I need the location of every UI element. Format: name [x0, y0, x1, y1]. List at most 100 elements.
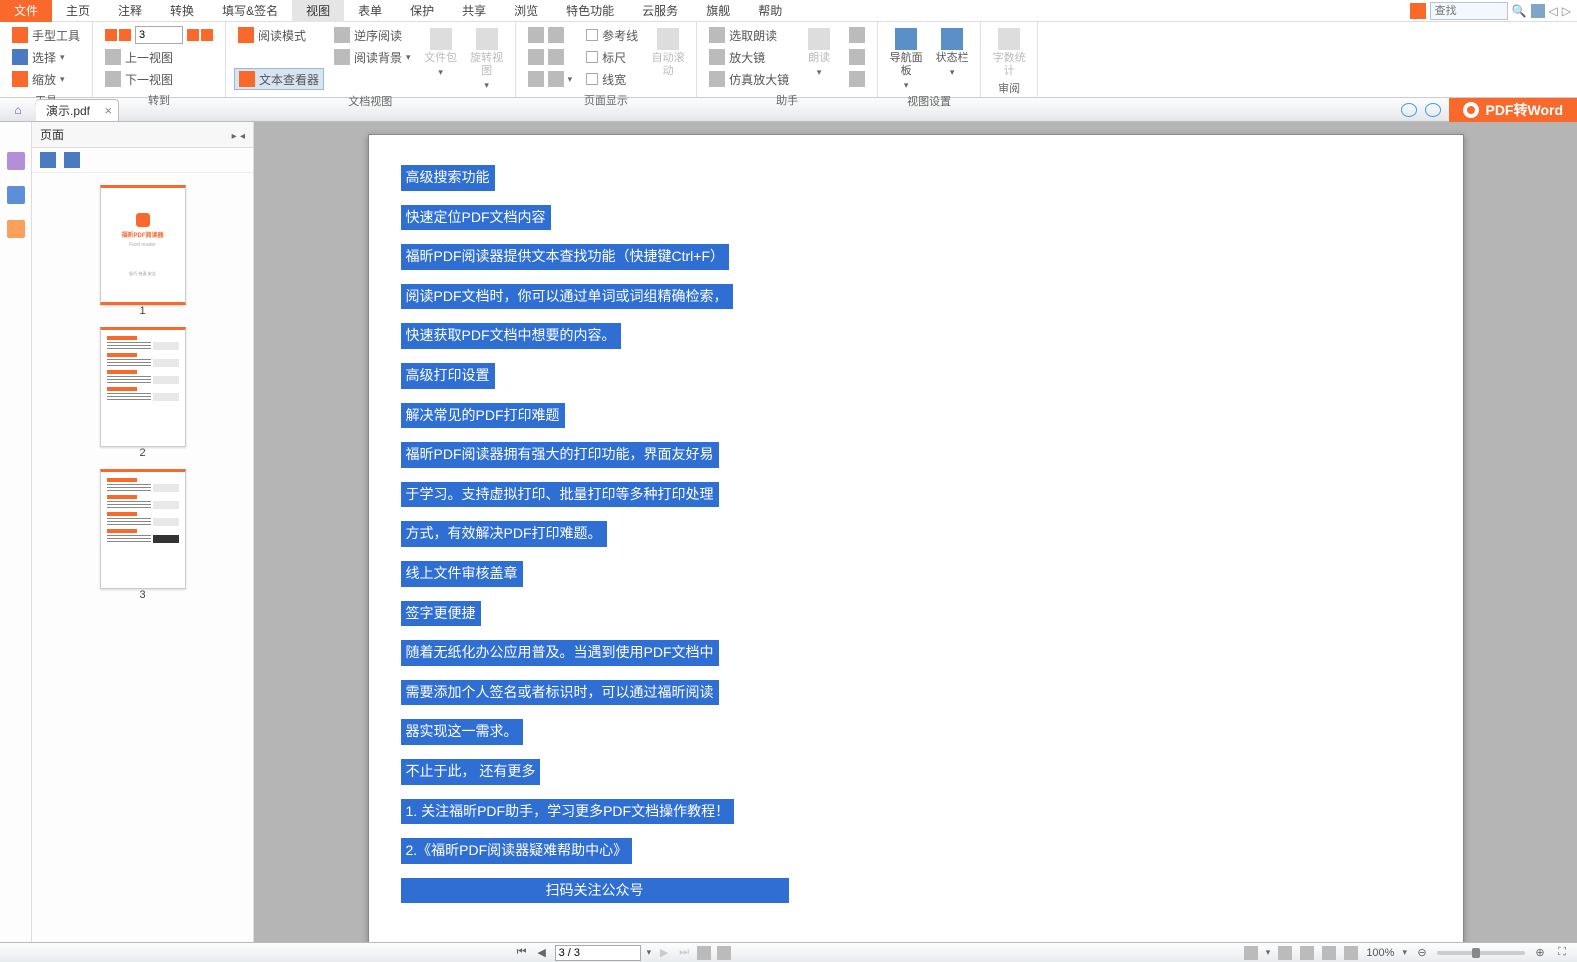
pdf-to-word-button[interactable]: PDF转Word: [1449, 98, 1577, 122]
sb-view-4-icon[interactable]: [1344, 946, 1358, 960]
menu-file[interactable]: 文件: [0, 0, 52, 22]
sb-next-page-icon[interactable]: ▶: [657, 946, 671, 960]
document-viewport[interactable]: 高级搜索功能 快速定位PDF文档内容 福昕PDF阅读器提供文本查找功能（快捷键C…: [254, 122, 1577, 942]
fullscreen-icon[interactable]: ⛶: [1555, 946, 1569, 960]
menu-help[interactable]: 帮助: [744, 0, 796, 22]
nav-collapse-icon[interactable]: ▸: [232, 131, 237, 142]
fake-magnifier-button[interactable]: 仿真放大镜: [705, 68, 793, 90]
menu-view[interactable]: 视图: [292, 0, 344, 22]
ribbon-group-review: 审阅: [989, 78, 1029, 96]
bookmark-panel-icon[interactable]: [7, 152, 25, 170]
ribbon-group-docview: 文档视图: [234, 91, 507, 109]
page-number-input[interactable]: [135, 26, 183, 44]
nav-pane: 页面 ▸ ◂ 福昕PDF阅读器 Foxit reader 轻巧·快速·安全 1: [32, 122, 254, 942]
next-page-icon[interactable]: [187, 29, 199, 41]
word-count-button[interactable]: 字数统计: [989, 24, 1029, 78]
text-viewer-button[interactable]: 文本查看器: [234, 68, 324, 90]
status-bar-button[interactable]: 状态栏▾: [932, 24, 972, 78]
last-page-icon[interactable]: [201, 29, 213, 41]
asst-opt-2[interactable]: [845, 46, 869, 68]
page-layout-2[interactable]: [524, 46, 577, 68]
rotate-icon: [476, 28, 498, 50]
comments-panel-icon[interactable]: [7, 220, 25, 238]
thumb-label-3: 3: [100, 589, 186, 601]
text-line: 不止于此， 还有更多: [401, 759, 541, 785]
document-tab[interactable]: 演示.pdf ×: [36, 99, 119, 121]
zoom-tool-button[interactable]: 缩放▾: [8, 68, 84, 90]
sb-layout-1-icon[interactable]: [697, 946, 711, 960]
menu-feature[interactable]: 特色功能: [552, 0, 628, 22]
hand-tool-button[interactable]: 手型工具: [8, 24, 84, 46]
text-line: 需要添加个人签名或者标识时，可以通过福昕阅读: [401, 680, 719, 706]
menu-browse[interactable]: 浏览: [500, 0, 552, 22]
ruler-checkbox[interactable]: 标尺: [582, 46, 642, 68]
sb-page-input[interactable]: [555, 945, 641, 961]
menu-annotate[interactable]: 注释: [104, 0, 156, 22]
status-bar: ⏮ ◀ ▾ ▶ ⏭ ▾ 100% ▾ ⊖ ⊕ ⛶: [0, 942, 1577, 962]
menu-fill-sign[interactable]: 填写&签名: [208, 0, 292, 22]
thumb-tool-1-icon[interactable]: [40, 152, 56, 168]
sb-layout-2-icon[interactable]: [717, 946, 731, 960]
pdf2word-icon: [1463, 102, 1479, 118]
page-thumbnail-3[interactable]: [100, 469, 186, 589]
nav-panel-button[interactable]: 导航面板▾: [886, 24, 926, 91]
menu-cloud[interactable]: 云服务: [628, 0, 692, 22]
cloud-sync-icon[interactable]: [1401, 103, 1417, 117]
file-package-button[interactable]: 文件包▾: [421, 24, 461, 78]
asst-opt-1[interactable]: [845, 24, 869, 46]
menu-convert[interactable]: 转换: [156, 0, 208, 22]
next-view-button[interactable]: 下一视图: [101, 68, 217, 90]
text-line: 方式，有效解决PDF打印难题。: [401, 521, 607, 547]
menu-share[interactable]: 共享: [448, 0, 500, 22]
sb-view-1-icon[interactable]: [1278, 946, 1292, 960]
close-tab-icon[interactable]: ×: [104, 103, 112, 118]
sb-history-icon[interactable]: [1244, 946, 1258, 960]
sb-last-page-icon[interactable]: ⏭: [677, 946, 691, 960]
select-tool-button[interactable]: 选择▾: [8, 46, 84, 68]
text-line: 1. 关注福昕PDF助手，学习更多PDF文档操作教程！: [401, 799, 735, 825]
page-thumbnail-1[interactable]: 福昕PDF阅读器 Foxit reader 轻巧·快速·安全: [100, 185, 186, 305]
page-content: 高级搜索功能 快速定位PDF文档内容 福昕PDF阅读器提供文本查找功能（快捷键C…: [368, 134, 1464, 942]
first-page-icon[interactable]: [105, 29, 117, 41]
search-icon[interactable]: [1410, 3, 1426, 19]
sb-view-2-icon[interactable]: [1300, 946, 1314, 960]
settings-icon[interactable]: [1531, 4, 1545, 18]
page-layout-3[interactable]: ▾: [524, 68, 577, 90]
home-tab-icon[interactable]: ⌂: [0, 98, 36, 122]
rotate-view-button[interactable]: 旋转视图▾: [467, 24, 507, 91]
linewidth-checkbox[interactable]: 线宽: [582, 68, 642, 90]
read-aloud-button[interactable]: 朗读▾: [799, 24, 839, 78]
reverse-reading-button[interactable]: 逆序阅读: [330, 24, 415, 46]
sb-first-page-icon[interactable]: ⏮: [515, 946, 529, 960]
pages-panel-icon[interactable]: [7, 186, 25, 204]
reading-bg-button[interactable]: 阅读背景▾: [330, 46, 415, 68]
auto-scroll-button[interactable]: 自动滚动: [648, 24, 688, 78]
zoom-slider[interactable]: [1437, 951, 1525, 955]
page-layout-1[interactable]: [524, 24, 577, 46]
thumb-tool-2-icon[interactable]: [64, 152, 80, 168]
search-input[interactable]: [1430, 2, 1508, 20]
ribbon: 手型工具 选择▾ 缩放▾ 工具 上一视图 下一视图 转到 阅读模式: [0, 22, 1577, 98]
thumbnail-list: 福昕PDF阅读器 Foxit reader 轻巧·快速·安全 1 2: [32, 173, 253, 942]
zoom-in-icon[interactable]: ⊕: [1533, 946, 1547, 960]
menu-form[interactable]: 表单: [344, 0, 396, 22]
page-thumbnail-2[interactable]: [100, 327, 186, 447]
zoom-out-icon[interactable]: ⊖: [1415, 946, 1429, 960]
magnifier-button[interactable]: 放大镜: [705, 46, 793, 68]
asst-opt-3[interactable]: [845, 68, 869, 90]
text-line: 线上文件审核盖章: [401, 561, 523, 587]
menu-protect[interactable]: 保护: [396, 0, 448, 22]
nav-close-icon[interactable]: ◂: [240, 131, 245, 142]
menu-home[interactable]: 主页: [52, 0, 104, 22]
cloud-icon[interactable]: [1425, 103, 1441, 117]
menu-flagship[interactable]: 旗舰: [692, 0, 744, 22]
prev-page-icon[interactable]: [119, 29, 131, 41]
text-line: 福昕PDF阅读器提供文本查找功能（快捷键Ctrl+F）: [401, 244, 730, 270]
zoom-level-label: 100%: [1366, 947, 1394, 959]
sb-view-3-icon[interactable]: [1322, 946, 1336, 960]
reading-mode-button[interactable]: 阅读模式: [234, 24, 324, 46]
sb-prev-page-icon[interactable]: ◀: [535, 946, 549, 960]
prev-view-button[interactable]: 上一视图: [101, 46, 217, 68]
select-read-button[interactable]: 选取朗读: [705, 24, 793, 46]
guides-checkbox[interactable]: 参考线: [582, 24, 642, 46]
